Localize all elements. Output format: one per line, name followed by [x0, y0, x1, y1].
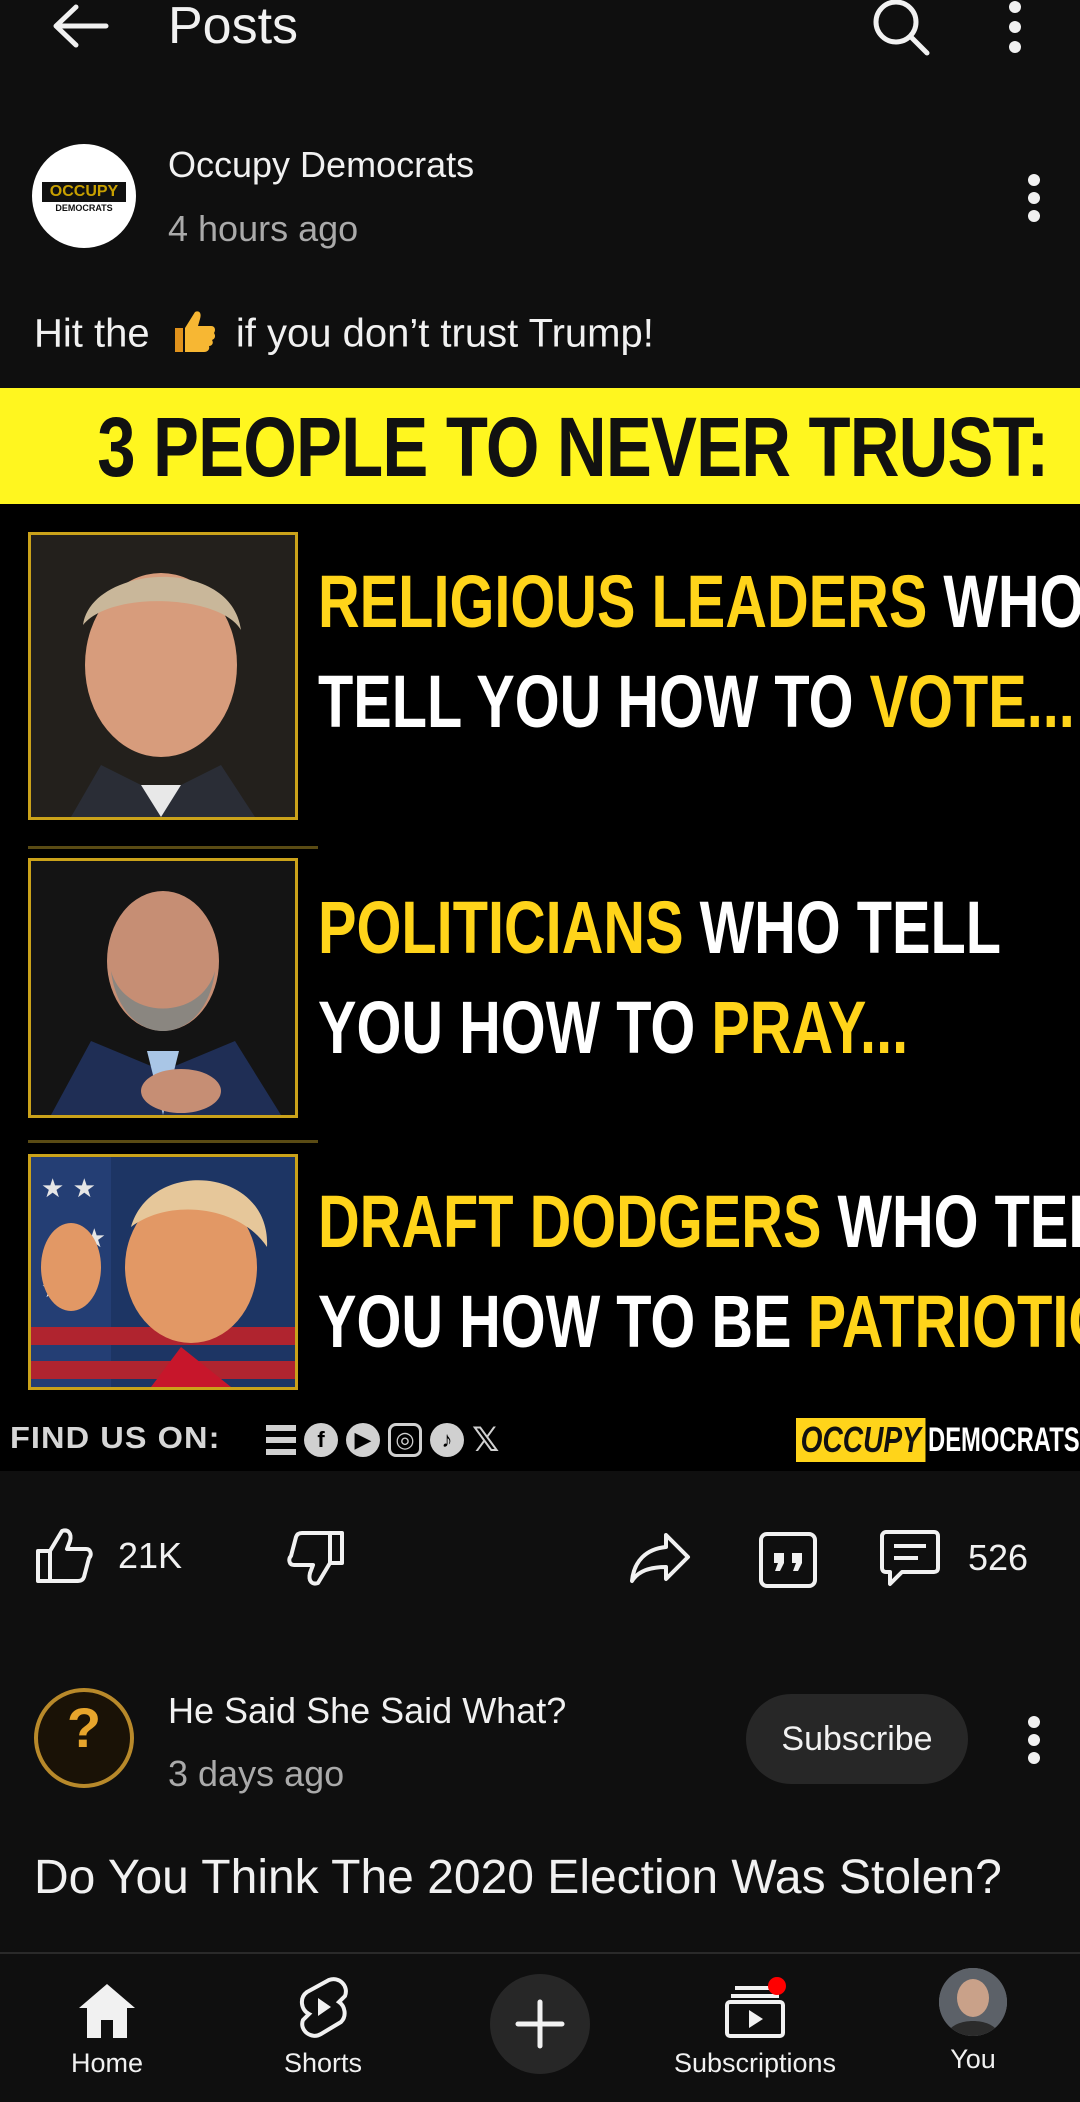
- quote-icon: [759, 1532, 817, 1588]
- plus-icon: [515, 1999, 565, 2049]
- avatar-logo-text: OCCUPY: [42, 182, 126, 202]
- search-button[interactable]: [866, 0, 936, 62]
- share-button[interactable]: [624, 1526, 696, 1590]
- home-icon: [79, 1984, 135, 2038]
- item-3-line-2: YOU HOW TO BE PATRIOTIC...: [318, 1280, 1080, 1363]
- dislike-button[interactable]: [280, 1526, 352, 1590]
- back-button[interactable]: [40, 0, 120, 58]
- post-time: 4 hours ago: [168, 208, 359, 249]
- channel-avatar[interactable]: OCCUPY DEMOCRATS: [32, 144, 136, 248]
- vertical-dots-icon: [1028, 1716, 1040, 1764]
- channel-name[interactable]: Occupy Democrats: [168, 144, 474, 186]
- post-image[interactable]: 3 PEOPLE TO NEVER TRUST: RELIGIOUS LEADE…: [0, 388, 1080, 1471]
- post-text-after: if you don’t trust Trump!: [235, 311, 654, 356]
- like-button[interactable]: 21K: [34, 1526, 182, 1586]
- comments-button[interactable]: 526: [878, 1526, 1028, 1590]
- share-icon: [630, 1533, 690, 1583]
- like-count: 21K: [118, 1535, 183, 1576]
- item-2-line-1: POLITICIANS WHO TELL: [318, 886, 1001, 969]
- nav-home-label: Home: [70, 2048, 144, 2078]
- nav-shorts[interactable]: Shorts: [256, 1954, 390, 2102]
- search-icon: [873, 0, 930, 56]
- post2-time: 3 days ago: [168, 1753, 345, 1794]
- item-2-line-2: YOU HOW TO PRAY...: [318, 986, 909, 1069]
- tiktok-icon: ♪: [430, 1423, 464, 1457]
- find-us-label: FIND US ON:: [10, 1420, 221, 1455]
- photo-politician: [28, 858, 298, 1118]
- divider: [28, 1140, 318, 1143]
- vertical-dots-icon: [1009, 1, 1021, 53]
- nav-shorts-label: Shorts: [283, 2048, 363, 2078]
- subscribe-button[interactable]: Subscribe: [746, 1694, 968, 1784]
- youtube-icon: ▶: [346, 1423, 380, 1457]
- nav-home[interactable]: Home: [40, 1954, 174, 2102]
- item-1-line-2: TELL YOU HOW TO VOTE...: [318, 660, 1075, 743]
- post-menu-button[interactable]: [1010, 168, 1058, 228]
- post2-text: Do You Think The 2020 Election Was Stole…: [34, 1851, 1002, 1904]
- avatar-logo-subtext: DEMOCRATS: [55, 203, 113, 213]
- bottom-nav: Home Shorts Subscriptions You: [0, 1952, 1080, 2102]
- quote-button[interactable]: [752, 1528, 824, 1592]
- page-title: Posts: [168, 0, 299, 55]
- item-3-line-1: DRAFT DODGERS WHO TELL: [318, 1180, 1080, 1263]
- thumbs-down-icon: [287, 1531, 344, 1586]
- nav-you[interactable]: You: [906, 1954, 1040, 2102]
- bars-icon: [266, 1425, 296, 1455]
- post2-menu-button[interactable]: [1010, 1710, 1058, 1770]
- subscriptions-icon: [725, 1977, 786, 2038]
- item-1-line-1: RELIGIOUS LEADERS WHO: [318, 560, 1080, 643]
- more-options-button[interactable]: [990, 0, 1040, 60]
- comment-count: 526: [968, 1537, 1029, 1578]
- comment-icon: [880, 1530, 940, 1586]
- vertical-dots-icon: [1028, 174, 1040, 222]
- channel2-avatar[interactable]: ?: [34, 1688, 134, 1788]
- nav-you-label: You: [950, 2044, 996, 2074]
- facebook-icon: f: [304, 1423, 338, 1457]
- brand-occupy: OCCUPY: [796, 1418, 926, 1462]
- svg-text:★ ★: ★ ★: [41, 1174, 96, 1204]
- create-button[interactable]: [490, 1974, 590, 2074]
- x-icon: 𝕏: [472, 1421, 500, 1459]
- thumbs-up-emoji-icon: [169, 308, 217, 364]
- instagram-icon: ◎: [388, 1423, 422, 1457]
- nav-subscriptions-label: Subscriptions: [673, 2048, 837, 2078]
- divider: [28, 846, 318, 849]
- user-avatar: [939, 1968, 1007, 2036]
- photo-draft-dodger: ★ ★ ★ ★ ★ ★: [28, 1154, 298, 1390]
- post-text-before: Hit the: [34, 311, 150, 356]
- photo-religious-leader: [28, 532, 298, 820]
- question-mark-icon: ?: [66, 1696, 102, 1759]
- shorts-icon: [300, 1977, 348, 2038]
- back-arrow-icon: [53, 4, 109, 48]
- channel2-name[interactable]: He Said She Said What?: [168, 1690, 566, 1732]
- top-bar: Posts: [0, 0, 1080, 60]
- post-text: Hit the if you don’t trust Trump!: [34, 308, 654, 364]
- social-icons: f ▶ ◎ ♪ 𝕏: [266, 1423, 499, 1457]
- brand-democrats: DEMOCRATS: [928, 1421, 1080, 1459]
- image-headline: 3 PEOPLE TO NEVER TRUST:: [97, 400, 1049, 494]
- thumbs-up-icon: [36, 1528, 93, 1583]
- nav-subscriptions[interactable]: Subscriptions: [660, 1954, 850, 2102]
